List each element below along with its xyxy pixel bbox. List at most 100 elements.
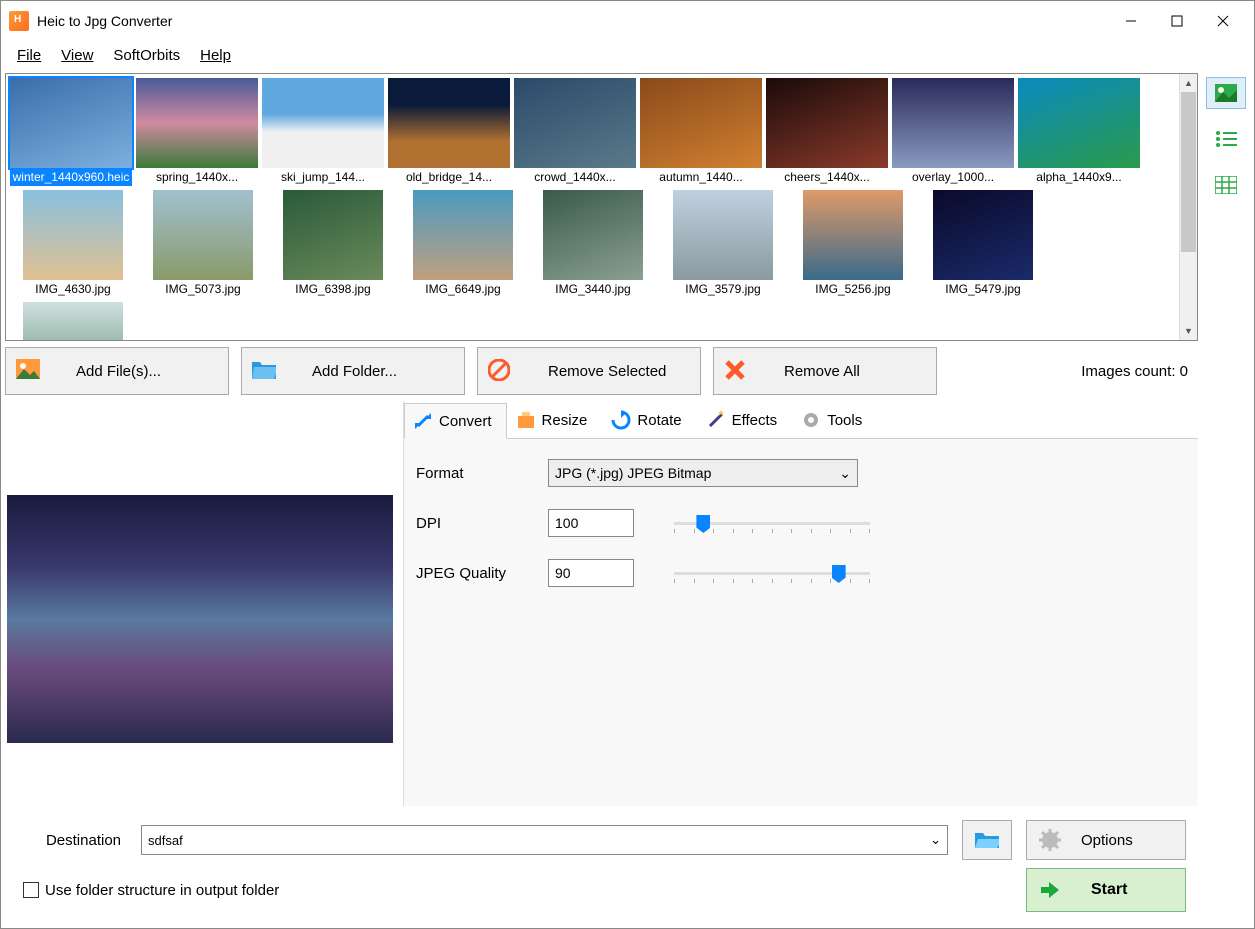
thumbnail-item[interactable]: IMG_5479.jpg: [920, 190, 1046, 298]
preview-image: [7, 495, 393, 743]
scroll-handle[interactable]: [1181, 92, 1196, 252]
thumbnail-label: ski_jump_144...: [262, 168, 384, 186]
maximize-button[interactable]: [1154, 5, 1200, 37]
thumbnail-image: [933, 190, 1033, 280]
menu-softorbits[interactable]: SoftOrbits: [105, 45, 188, 66]
menu-view[interactable]: View: [53, 45, 101, 66]
dpi-label: DPI: [416, 515, 548, 532]
thumbnail-image: [388, 78, 510, 168]
app-icon: [9, 11, 29, 31]
action-toolbar: Add File(s)... Add Folder... Remove Sele…: [5, 345, 1198, 397]
thumbnail-label: IMG_3440.jpg: [532, 280, 654, 298]
quality-label: JPEG Quality: [416, 565, 548, 582]
view-list-button[interactable]: [1206, 123, 1246, 155]
rotate-icon: [611, 410, 631, 430]
scroll-down-icon[interactable]: ▼: [1180, 322, 1197, 340]
view-thumbnails-button[interactable]: [1206, 77, 1246, 109]
browse-button[interactable]: [962, 820, 1012, 860]
chevron-down-icon: ⌄: [930, 832, 941, 848]
thumbnail-label: IMG_6398.jpg: [272, 280, 394, 298]
thumbnail-label: IMG_5256.jpg: [792, 280, 914, 298]
thumbnail-item[interactable]: ski_jump_144...: [262, 78, 384, 186]
tab-rotate[interactable]: Rotate: [602, 402, 696, 438]
thumbnail-scrollbar[interactable]: ▲ ▼: [1179, 74, 1197, 340]
tab-tools[interactable]: Tools: [792, 402, 877, 438]
start-button[interactable]: Start: [1026, 868, 1186, 912]
add-files-button[interactable]: Add File(s)...: [5, 347, 229, 395]
tab-convert[interactable]: Convert: [404, 403, 507, 439]
thumbnail-item[interactable]: alpha_1440x9...: [1018, 78, 1140, 186]
thumbnail-item[interactable]: spring_1440x...: [136, 78, 258, 186]
quality-input[interactable]: [548, 559, 634, 587]
thumbnail-item[interactable]: IMG_6398.jpg: [270, 190, 396, 298]
thumbnail-label: spring_1440x...: [136, 168, 258, 186]
remove-all-button[interactable]: Remove All: [713, 347, 937, 395]
thumbnail-item[interactable]: winter_1440x960.heic: [10, 78, 132, 186]
tab-resize[interactable]: Resize: [507, 402, 603, 438]
view-details-button[interactable]: [1206, 169, 1246, 201]
thumbnail-item[interactable]: IMG_3440.jpg: [530, 190, 656, 298]
thumbnail-item[interactable]: old_bridge_14...: [388, 78, 510, 186]
add-folder-label: Add Folder...: [312, 363, 397, 380]
titlebar: Heic to Jpg Converter: [1, 1, 1254, 41]
destination-combobox[interactable]: sdfsaf ⌄: [141, 825, 948, 855]
grid-icon: [1215, 176, 1237, 194]
thumbnail-item[interactable]: cheers_1440x...: [766, 78, 888, 186]
minimize-button[interactable]: [1108, 5, 1154, 37]
thumbnail-image: [23, 302, 123, 340]
thumbnail-item[interactable]: IMG_5073.jpg: [140, 190, 266, 298]
list-icon: [1215, 130, 1237, 148]
gear-icon: [1039, 829, 1061, 851]
dpi-input[interactable]: [548, 509, 634, 537]
thumbnail-image: [892, 78, 1014, 168]
thumbnail-image: [543, 190, 643, 280]
thumbnail-label: IMG_5479.jpg: [922, 280, 1044, 298]
thumbnail-item[interactable]: IMG_5256.jpg: [790, 190, 916, 298]
thumbnail-item[interactable]: IMG_6649.jpg: [400, 190, 526, 298]
use-folder-checkbox[interactable]: Use folder structure in output folder: [23, 882, 279, 899]
thumbnail-image: [10, 78, 132, 168]
images-count: Images count: 0: [1081, 363, 1198, 380]
tab-effects[interactable]: Effects: [697, 402, 793, 438]
thumbnail-item[interactable]: IMG_3711.jpg: [10, 302, 136, 340]
settings-tabs: Convert Resize Rotate Effects: [404, 401, 1198, 439]
thumbnail-item[interactable]: autumn_1440...: [640, 78, 762, 186]
prohibit-icon: [488, 359, 512, 383]
destination-label: Destination: [17, 832, 127, 849]
add-folder-button[interactable]: Add Folder...: [241, 347, 465, 395]
scroll-up-icon[interactable]: ▲: [1180, 74, 1197, 92]
thumbnail-item[interactable]: crowd_1440x...: [514, 78, 636, 186]
menubar: File View SoftOrbits Help: [1, 41, 1254, 69]
format-select[interactable]: JPG (*.jpg) JPEG Bitmap ⌄: [548, 459, 858, 487]
folder-icon: [252, 359, 276, 383]
remove-selected-label: Remove Selected: [548, 363, 666, 380]
close-button[interactable]: [1200, 5, 1246, 37]
dpi-slider[interactable]: [674, 513, 870, 533]
thumbnail-label: cheers_1440x...: [766, 168, 888, 186]
thumbnail-item[interactable]: IMG_3579.jpg: [660, 190, 786, 298]
resize-icon: [516, 410, 536, 430]
thumbnail-label: IMG_5073.jpg: [142, 280, 264, 298]
thumbnail-item[interactable]: IMG_4630.jpg: [10, 190, 136, 298]
menu-file[interactable]: File: [9, 45, 49, 66]
thumbnail-image: [283, 190, 383, 280]
image-icon: [16, 359, 40, 383]
remove-selected-button[interactable]: Remove Selected: [477, 347, 701, 395]
thumbnail-label: IMG_6649.jpg: [402, 280, 524, 298]
convert-icon: [413, 411, 433, 431]
thumbnail-image: [153, 190, 253, 280]
checkbox-icon: [23, 882, 39, 898]
thumbnail-image: [640, 78, 762, 168]
thumbnail-label: crowd_1440x...: [514, 168, 636, 186]
remove-all-label: Remove All: [784, 363, 860, 380]
thumbnail-item[interactable]: overlay_1000...: [892, 78, 1014, 186]
thumbnail-image: [136, 78, 258, 168]
thumbnail-label: alpha_1440x9...: [1018, 168, 1140, 186]
folder-open-icon: [975, 830, 999, 850]
thumbnail-image: [673, 190, 773, 280]
quality-slider[interactable]: [674, 563, 870, 583]
menu-help[interactable]: Help: [192, 45, 239, 66]
thumbnail-image: [514, 78, 636, 168]
options-button[interactable]: Options: [1026, 820, 1186, 860]
thumbnail-image: [262, 78, 384, 168]
